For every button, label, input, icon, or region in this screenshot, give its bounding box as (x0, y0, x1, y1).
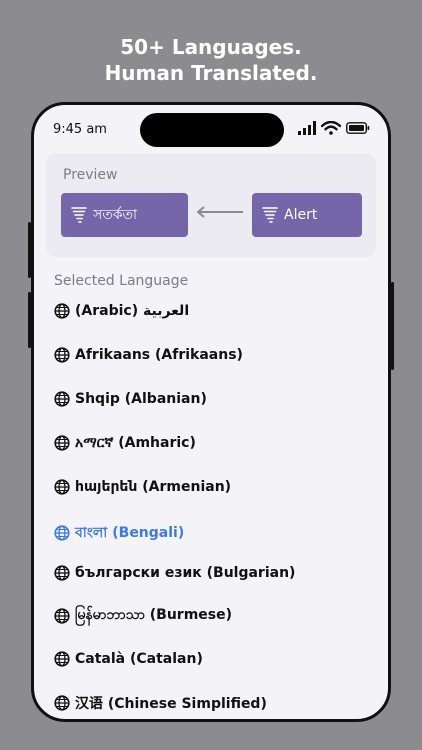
status-time: 9:45 am (53, 122, 107, 137)
dynamic-island (140, 113, 284, 147)
language-label: հայերեն (Armenian) (75, 479, 232, 495)
language-item-bulgarian[interactable]: български език (Bulgarian) (54, 565, 295, 581)
language-item-armenian[interactable]: հայերեն (Armenian) (54, 479, 231, 495)
globe-icon (54, 303, 70, 319)
language-item-afrikaans[interactable]: Afrikaans (Afrikaans) (54, 347, 243, 363)
translated-alert-button[interactable]: সতর্কতা (61, 193, 188, 237)
language-item-albanian[interactable]: Shqip (Albanian) (54, 391, 207, 407)
language-item-catalan[interactable]: Català (Catalan) (54, 651, 203, 667)
phone-side-button-right (391, 282, 394, 370)
globe-icon (54, 607, 70, 624)
globe-icon (54, 435, 70, 451)
language-label: Català (Catalan) (75, 651, 203, 667)
headline: 50+ Languages. Human Translated. (0, 34, 422, 86)
language-label: 汉语 (Chinese Simplified) (75, 696, 267, 712)
language-label: አማርኛ (Amharic) (75, 435, 196, 451)
language-label: မြန်မာဘာသာ (Burmese) (75, 607, 233, 623)
language-item-burmese[interactable]: မြန်မာဘာသာ (Burmese) (54, 605, 232, 626)
globe-icon (54, 391, 70, 407)
globe-icon (54, 651, 70, 667)
globe-icon (54, 695, 70, 711)
language-label: বাংলা (Bengali) (75, 525, 185, 541)
language-item-chinese-simplified[interactable]: 汉语 (Chinese Simplified) (54, 693, 267, 713)
signal-icon (298, 121, 316, 135)
source-alert-button[interactable]: Alert (252, 193, 362, 237)
preview-label: Preview (63, 167, 118, 183)
globe-icon (54, 347, 70, 363)
wifi-icon (321, 121, 341, 135)
language-item-bengali[interactable]: বাংলা (Bengali) (54, 521, 184, 545)
language-item-arabic[interactable]: (Arabic) العربية (54, 303, 189, 319)
language-label: Afrikaans (Afrikaans) (75, 347, 243, 363)
phone-frame: 9:45 am Preview সতর্কতা Alert Selected L… (31, 102, 391, 722)
tornado-icon (262, 207, 278, 223)
globe-icon (54, 525, 70, 541)
language-label: Shqip (Albanian) (75, 391, 207, 407)
status-icons (298, 121, 370, 135)
tornado-icon (71, 207, 87, 223)
battery-icon (346, 122, 370, 134)
globe-icon (54, 565, 70, 581)
language-label: български език (Bulgarian) (75, 565, 296, 581)
language-label: (Arabic) العربية (75, 303, 190, 319)
preview-card: Preview সতর্কতা Alert (46, 153, 376, 257)
headline-line-2: Human Translated. (104, 61, 318, 85)
section-title: Selected Language (54, 273, 189, 289)
source-text: Alert (284, 207, 318, 223)
language-item-amharic[interactable]: አማርኛ (Amharic) (54, 435, 196, 451)
headline-line-1: 50+ Languages. (120, 35, 302, 59)
globe-icon (54, 479, 70, 495)
translated-text: সতর্কতা (93, 207, 138, 223)
arrow-left-icon (197, 206, 243, 218)
